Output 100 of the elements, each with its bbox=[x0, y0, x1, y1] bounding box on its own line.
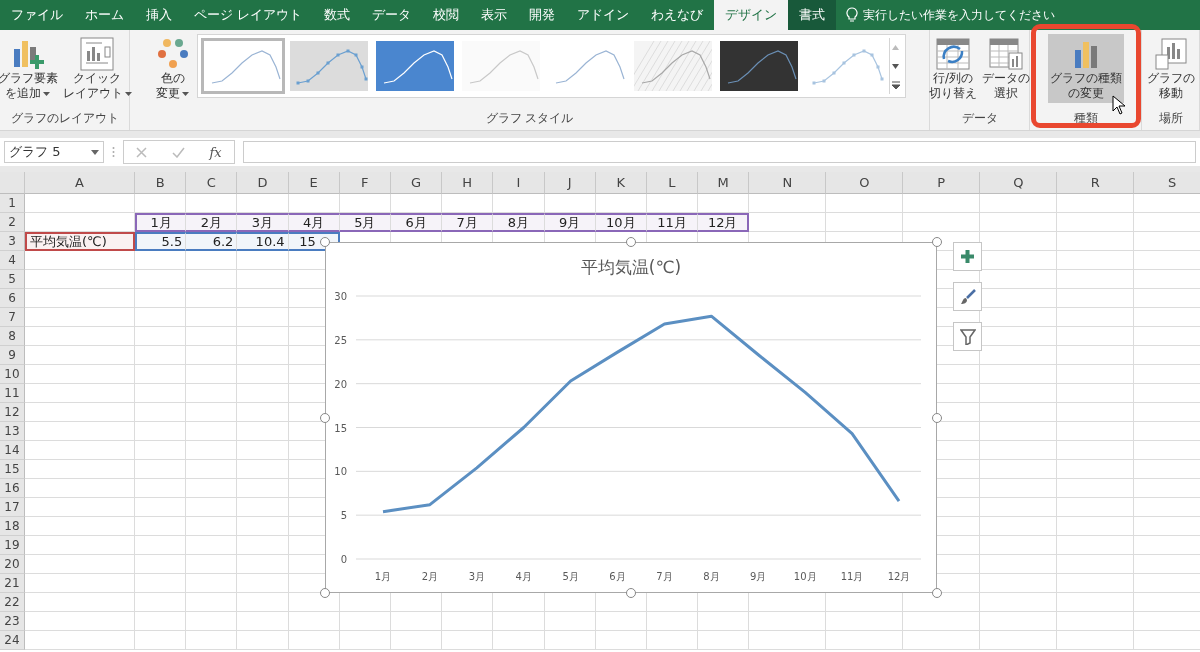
scroll-up-icon[interactable] bbox=[892, 44, 899, 50]
more-icon[interactable] bbox=[891, 80, 900, 89]
row-header[interactable]: 18 bbox=[0, 517, 25, 536]
chart-filter-button[interactable] bbox=[953, 322, 982, 351]
ribbon-tab[interactable]: アドイン bbox=[566, 0, 640, 30]
table-swap-icon bbox=[936, 37, 970, 71]
ribbon-tab[interactable]: 開発 bbox=[518, 0, 566, 30]
chart-styles-button[interactable] bbox=[953, 282, 982, 311]
row-header[interactable]: 9 bbox=[0, 346, 25, 365]
ribbon-tab[interactable]: デザイン bbox=[714, 0, 788, 30]
lightbulb-icon bbox=[846, 7, 858, 23]
insert-function-button[interactable]: fx bbox=[209, 144, 222, 160]
axis-label: 10月 bbox=[793, 571, 817, 582]
row-header[interactable]: 16 bbox=[0, 479, 25, 498]
column-header[interactable]: K bbox=[595, 172, 647, 194]
row-header[interactable]: 6 bbox=[0, 289, 25, 308]
scroll-down-icon[interactable] bbox=[892, 63, 899, 69]
row-header[interactable]: 20 bbox=[0, 555, 25, 574]
column-header[interactable]: I bbox=[493, 172, 545, 194]
resize-handle[interactable] bbox=[932, 588, 942, 598]
ribbon-tab[interactable]: 書式 bbox=[788, 0, 836, 30]
dropdown-icon[interactable] bbox=[91, 149, 99, 155]
cancel-icon[interactable] bbox=[136, 146, 148, 158]
name-box[interactable]: グラフ 5 bbox=[4, 141, 104, 163]
cell: 6月 bbox=[390, 213, 443, 232]
resize-handle[interactable] bbox=[320, 412, 330, 423]
resize-handle[interactable] bbox=[932, 237, 942, 247]
column-header[interactable]: S bbox=[1134, 172, 1200, 194]
row-header[interactable]: 10 bbox=[0, 365, 25, 384]
row-header[interactable]: 13 bbox=[0, 422, 25, 441]
ribbon-button[interactable]: クイック レイアウト bbox=[60, 34, 134, 103]
column-header[interactable]: G bbox=[390, 172, 443, 194]
cell: 8月 bbox=[493, 213, 545, 232]
ribbon-button[interactable]: 行/列の 切り替え bbox=[927, 34, 979, 103]
ribbon-tab[interactable]: 数式 bbox=[313, 0, 361, 30]
row-header[interactable]: 24 bbox=[0, 631, 25, 650]
ribbon-tab[interactable]: ファイル bbox=[0, 0, 74, 30]
ribbon-tab[interactable]: 校閲 bbox=[422, 0, 470, 30]
resize-handle[interactable] bbox=[626, 237, 636, 247]
check-icon[interactable] bbox=[171, 146, 185, 158]
row-header[interactable]: 4 bbox=[0, 251, 25, 270]
ribbon-button[interactable]: グラフの 移動 bbox=[1144, 34, 1197, 103]
row-header[interactable]: 21 bbox=[0, 574, 25, 593]
column-header[interactable]: B bbox=[135, 172, 187, 194]
cell: 12月 bbox=[698, 213, 750, 232]
row-header[interactable]: 14 bbox=[0, 441, 25, 460]
ribbon-tab[interactable]: 挿入 bbox=[135, 0, 183, 30]
column-header[interactable]: E bbox=[288, 172, 340, 194]
column-header[interactable]: P bbox=[903, 172, 981, 194]
ribbon-tab[interactable]: わえなび bbox=[640, 0, 714, 30]
column-header[interactable]: Q bbox=[980, 172, 1058, 194]
row-header[interactable]: 5 bbox=[0, 270, 25, 289]
chart-title: 平均気温(℃) bbox=[580, 257, 682, 277]
tell-me-field[interactable]: 実行したい作業を入力してください bbox=[863, 6, 1055, 24]
drag-handle-icon bbox=[112, 146, 115, 158]
column-header[interactable]: A bbox=[25, 172, 135, 194]
cell: 1月 bbox=[135, 213, 187, 232]
ribbon-tab[interactable]: 表示 bbox=[470, 0, 518, 30]
column-header[interactable]: L bbox=[646, 172, 699, 194]
ribbon-tab[interactable]: データ bbox=[361, 0, 422, 30]
column-header[interactable]: H bbox=[442, 172, 494, 194]
axis-label: 6月 bbox=[609, 571, 626, 582]
column-header[interactable]: N bbox=[749, 172, 827, 194]
cell: 3月 bbox=[237, 213, 289, 232]
resize-handle[interactable] bbox=[320, 237, 330, 247]
row-header[interactable]: 22 bbox=[0, 593, 25, 612]
ribbon-tab[interactable]: ホーム bbox=[74, 0, 135, 30]
row-header[interactable]: 15 bbox=[0, 460, 25, 479]
column-header[interactable]: M bbox=[698, 172, 750, 194]
column-header[interactable]: O bbox=[826, 172, 904, 194]
ribbon-button[interactable]: データの 選択 bbox=[980, 34, 1032, 103]
row-header[interactable]: 1 bbox=[0, 194, 25, 213]
resize-handle[interactable] bbox=[320, 588, 330, 598]
row-header[interactable]: 2 bbox=[0, 213, 25, 232]
column-header[interactable]: D bbox=[237, 172, 289, 194]
chart-style-thumbnail[interactable] bbox=[200, 38, 285, 94]
resize-handle[interactable] bbox=[626, 588, 636, 598]
group-label: データ bbox=[960, 110, 999, 127]
row-header[interactable]: 23 bbox=[0, 612, 25, 631]
column-header[interactable]: J bbox=[544, 172, 596, 194]
line-chart[interactable]: 平均気温(℃) 0 5 10 15 20 25 30 1月 2月 3月 4月 5月 6月 7月 8月 9月 10月 11月 12月 bbox=[325, 242, 937, 593]
column-header[interactable]: R bbox=[1057, 172, 1135, 194]
resize-handle[interactable] bbox=[932, 412, 942, 423]
row-header[interactable]: 7 bbox=[0, 308, 25, 327]
row-header[interactable]: 12 bbox=[0, 403, 25, 422]
cell: 9月 bbox=[544, 213, 596, 232]
ribbon-button[interactable]: 色の 変更 bbox=[153, 34, 192, 103]
add-chart-element-button[interactable] bbox=[953, 242, 982, 271]
ribbon-button[interactable]: グラフの種類 の変更 bbox=[1047, 34, 1124, 103]
formula-input[interactable] bbox=[243, 141, 1196, 163]
row-header[interactable]: 8 bbox=[0, 327, 25, 346]
row-header[interactable]: 17 bbox=[0, 498, 25, 517]
row-header[interactable]: 11 bbox=[0, 384, 25, 403]
column-header[interactable]: C bbox=[186, 172, 238, 194]
column-header[interactable]: F bbox=[339, 172, 391, 194]
axis-label: 12月 bbox=[887, 571, 911, 582]
row-header[interactable]: 19 bbox=[0, 536, 25, 555]
ribbon-tab[interactable]: ページ レイアウト bbox=[183, 0, 313, 30]
row-header[interactable]: 3 bbox=[0, 232, 25, 251]
axis-label: 0 bbox=[340, 554, 347, 565]
